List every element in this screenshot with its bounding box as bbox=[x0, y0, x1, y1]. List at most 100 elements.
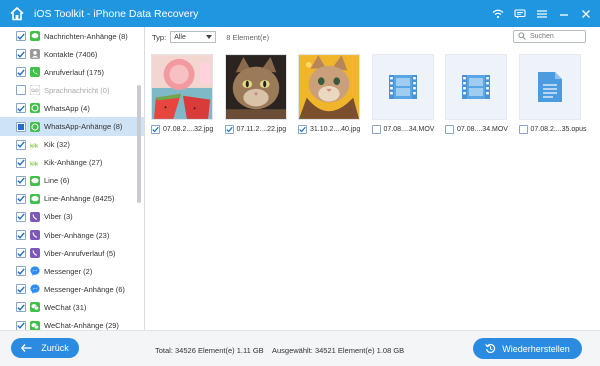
sidebar-item[interactable]: Anrufverlauf (175) bbox=[0, 63, 144, 81]
sidebar-item[interactable]: Line (6) bbox=[0, 172, 144, 190]
restore-button[interactable]: Wiederherstellen bbox=[473, 338, 582, 359]
sidebar-item[interactable]: WeChat-Anhänge (29) bbox=[0, 317, 144, 330]
photo-thumbnail[interactable] bbox=[298, 54, 360, 120]
menu-icon[interactable] bbox=[536, 8, 548, 20]
sidebar-item-checkbox[interactable] bbox=[16, 302, 26, 313]
file-caption: 07.11.2....22.jpg bbox=[224, 124, 289, 135]
window-title: iOS Toolkit - iPhone Data Recovery bbox=[34, 7, 199, 20]
title-bar: iOS Toolkit - iPhone Data Recovery bbox=[0, 0, 600, 27]
whatsapp-icon bbox=[30, 121, 40, 132]
sidebar-item-checkbox[interactable] bbox=[16, 175, 26, 186]
sidebar-item-label: WeChat-Anhänge (29) bbox=[44, 321, 119, 330]
type-filter-value: Alle bbox=[174, 33, 186, 41]
kik-icon: kik bbox=[30, 140, 40, 150]
sidebar-item[interactable]: Viber (3) bbox=[0, 208, 144, 226]
document-file-icon[interactable] bbox=[518, 54, 581, 120]
file-name: 07.08.2....35.opus bbox=[530, 126, 587, 133]
sidebar-item[interactable]: Messenger-Anhänge (6) bbox=[0, 280, 144, 298]
sidebar-item[interactable]: WhatsApp (4) bbox=[0, 99, 144, 117]
file-name: 31.10.2....40.jpg bbox=[310, 126, 361, 133]
close-icon[interactable] bbox=[580, 8, 592, 20]
sidebar-item[interactable]: kik Kik-Anhänge (27) bbox=[0, 154, 144, 172]
type-filter-select[interactable]: Alle bbox=[170, 31, 217, 43]
file-checkbox[interactable] bbox=[151, 125, 160, 134]
total-summary: Total: 34526 Element(e) 1.11 GB bbox=[155, 346, 264, 355]
sidebar-item-label: Viber-Anhänge (23) bbox=[44, 230, 110, 240]
file-tile[interactable]: 07.08.2....35.opus bbox=[518, 54, 587, 135]
file-tile[interactable]: 07.11.2....22.jpg bbox=[224, 54, 289, 135]
video-file-icon[interactable] bbox=[371, 54, 434, 120]
file-caption: 07.08.2....32.jpg bbox=[151, 124, 215, 135]
messenger-icon bbox=[30, 266, 40, 277]
file-tile[interactable]: 07.08.2....32.jpg bbox=[151, 54, 215, 135]
back-button[interactable]: Zurück bbox=[11, 338, 79, 358]
minimize-icon[interactable] bbox=[558, 8, 570, 20]
sidebar-item-checkbox[interactable] bbox=[16, 67, 26, 78]
file-caption: 07.08....34.MOV bbox=[371, 124, 436, 135]
search-input[interactable] bbox=[530, 33, 582, 40]
sidebar-item-checkbox[interactable] bbox=[16, 31, 26, 42]
sidebar-item[interactable]: Line-Anhänge (8425) bbox=[0, 190, 144, 208]
chevron-down-icon bbox=[206, 34, 213, 41]
sidebar-item-checkbox[interactable] bbox=[16, 139, 26, 150]
sidebar-item-label: Messenger (2) bbox=[44, 266, 93, 276]
filter-bar: Typ: Alle 8 Element(e) bbox=[146, 27, 600, 47]
sidebar-item[interactable]: WhatsApp-Anhänge (8) bbox=[0, 117, 144, 136]
sidebar-item-label: Kik (32) bbox=[44, 140, 70, 150]
restore-icon bbox=[485, 343, 496, 354]
viber-icon bbox=[30, 248, 40, 259]
sidebar-item-checkbox[interactable] bbox=[16, 320, 26, 330]
category-sidebar: Nachrichten-Anhänge (8) Kontakte (7406) An… bbox=[0, 27, 145, 330]
file-tile[interactable]: 31.10.2....40.jpg bbox=[298, 54, 362, 135]
line-icon bbox=[30, 193, 40, 204]
sidebar-item[interactable]: kik Kik (32) bbox=[0, 136, 144, 154]
sidebar-item[interactable]: Viber-Anhänge (23) bbox=[0, 226, 144, 244]
video-file-icon[interactable] bbox=[445, 54, 507, 120]
sidebar-item-checkbox[interactable] bbox=[16, 85, 26, 96]
sidebar-item-label: Messenger-Anhänge (6) bbox=[44, 284, 125, 294]
sidebar-item-checkbox[interactable] bbox=[16, 121, 26, 132]
sidebar-item-checkbox[interactable] bbox=[16, 157, 26, 168]
selected-summary: Ausgewählt: 34521 Element(e) 1.08 GB bbox=[272, 346, 405, 355]
sidebar-item[interactable]: Messenger (2) bbox=[0, 262, 144, 280]
footer-bar: Zurück Total: 34526 Element(e) 1.11 GB A… bbox=[0, 330, 600, 366]
sidebar-item-label: Viber-Anrufverlauf (5) bbox=[44, 248, 116, 258]
sidebar-item[interactable]: Viber-Anrufverlauf (5) bbox=[0, 244, 144, 262]
photo-thumbnail[interactable] bbox=[151, 54, 213, 120]
sidebar-scrollbar[interactable] bbox=[137, 85, 141, 203]
home-icon[interactable] bbox=[8, 5, 26, 23]
photo-thumbnail[interactable] bbox=[224, 54, 287, 120]
line-icon bbox=[30, 175, 40, 186]
contacts-icon bbox=[30, 49, 40, 60]
file-checkbox[interactable] bbox=[298, 125, 307, 134]
sidebar-item-checkbox[interactable] bbox=[16, 49, 26, 60]
file-checkbox[interactable] bbox=[518, 125, 528, 134]
file-tile[interactable]: 07.08....34.MOV bbox=[445, 54, 509, 135]
sidebar-item-checkbox[interactable] bbox=[16, 266, 26, 277]
file-tile[interactable]: 07.08....34.MOV bbox=[371, 54, 436, 135]
sidebar-item[interactable]: Kontakte (7406) bbox=[0, 45, 144, 63]
sidebar-item-label: Nachrichten-Anhänge (8) bbox=[44, 31, 128, 41]
chat-icon[interactable] bbox=[514, 8, 526, 20]
search-box[interactable] bbox=[513, 30, 586, 43]
file-checkbox[interactable] bbox=[371, 125, 381, 134]
sidebar-item-checkbox[interactable] bbox=[16, 230, 26, 241]
sidebar-item-checkbox[interactable] bbox=[16, 284, 26, 295]
type-filter-label: Typ: bbox=[152, 32, 167, 42]
file-checkbox[interactable] bbox=[445, 125, 454, 134]
sidebar-item-checkbox[interactable] bbox=[16, 103, 26, 114]
whatsapp-icon bbox=[30, 103, 40, 114]
sidebar-item[interactable]: WeChat (31) bbox=[0, 298, 144, 316]
file-checkbox[interactable] bbox=[224, 125, 234, 134]
sidebar-item-checkbox[interactable] bbox=[16, 211, 26, 222]
sidebar-item-label: WeChat (31) bbox=[44, 302, 87, 312]
message-icon bbox=[30, 31, 40, 42]
wechat-icon bbox=[30, 302, 40, 313]
sidebar-item-label: Viber (3) bbox=[44, 212, 73, 222]
sidebar-item-checkbox[interactable] bbox=[16, 193, 26, 204]
sidebar-item[interactable]: Sprachnachricht (0) bbox=[0, 81, 144, 99]
back-button-label: Zurück bbox=[41, 343, 69, 353]
wifi-icon[interactable] bbox=[492, 8, 504, 20]
sidebar-item[interactable]: Nachrichten-Anhänge (8) bbox=[0, 27, 144, 45]
sidebar-item-checkbox[interactable] bbox=[16, 248, 26, 259]
